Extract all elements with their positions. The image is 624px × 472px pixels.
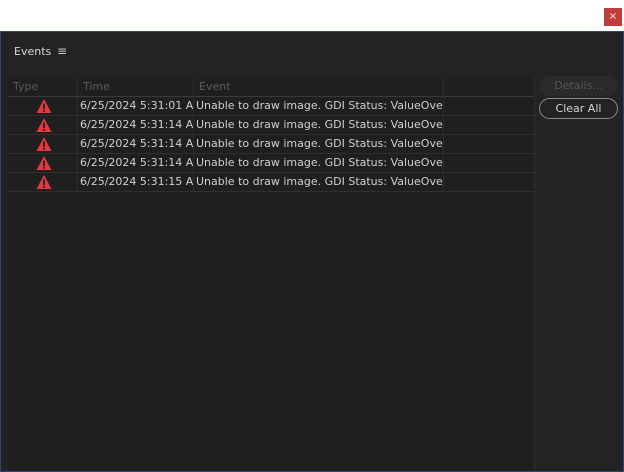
time-cell: 6/25/2024 5:31:14 AM bbox=[78, 116, 194, 134]
warning-icon bbox=[36, 156, 52, 170]
column-header-type[interactable]: Type bbox=[8, 78, 78, 96]
table-row[interactable]: 6/25/2024 5:31:15 AM Unable to draw imag… bbox=[8, 173, 534, 192]
type-cell bbox=[8, 154, 78, 172]
table-row[interactable]: 6/25/2024 5:31:14 AM Unable to draw imag… bbox=[8, 154, 534, 173]
event-cell: Unable to draw image. GDI Status: ValueO… bbox=[194, 135, 444, 153]
hamburger-menu-icon[interactable]: ≡ bbox=[57, 44, 67, 58]
title-bar: × bbox=[0, 0, 624, 31]
close-button[interactable]: × bbox=[604, 8, 622, 26]
panel-header: Events ≡ bbox=[1, 32, 623, 72]
warning-icon bbox=[36, 137, 52, 151]
event-cell: Unable to draw image. GDI Status: ValueO… bbox=[194, 116, 444, 134]
type-cell bbox=[8, 173, 78, 191]
type-cell bbox=[8, 116, 78, 134]
panel-title: Events bbox=[14, 45, 52, 58]
column-header-event[interactable]: Event bbox=[194, 78, 444, 96]
type-cell bbox=[8, 97, 78, 115]
table-body: 6/25/2024 5:31:01 AM Unable to draw imag… bbox=[8, 97, 534, 192]
column-header-time[interactable]: Time bbox=[78, 78, 194, 96]
type-cell bbox=[8, 135, 78, 153]
events-window: Events ≡ Type Time Event 6/25/2024 5:31:… bbox=[0, 31, 624, 472]
event-cell: Unable to draw image. GDI Status: ValueO… bbox=[194, 97, 444, 115]
time-cell: 6/25/2024 5:31:15 AM bbox=[78, 173, 194, 191]
event-cell: Unable to draw image. GDI Status: ValueO… bbox=[194, 154, 444, 172]
time-cell: 6/25/2024 5:31:14 AM bbox=[78, 154, 194, 172]
warning-icon bbox=[36, 175, 52, 189]
time-cell: 6/25/2024 5:31:14 AM bbox=[78, 135, 194, 153]
details-button[interactable]: Details... bbox=[539, 76, 618, 96]
table-row[interactable]: 6/25/2024 5:31:14 AM Unable to draw imag… bbox=[8, 116, 534, 135]
time-cell: 6/25/2024 5:31:01 AM bbox=[78, 97, 194, 115]
warning-icon bbox=[36, 118, 52, 132]
clear-all-button[interactable]: Clear All bbox=[539, 98, 618, 119]
events-table: Type Time Event 6/25/2024 5:31:01 AM Una… bbox=[8, 78, 535, 470]
table-row[interactable]: 6/25/2024 5:31:01 AM Unable to draw imag… bbox=[8, 97, 534, 116]
event-cell: Unable to draw image. GDI Status: ValueO… bbox=[194, 173, 444, 191]
warning-icon bbox=[36, 99, 52, 113]
table-row[interactable]: 6/25/2024 5:31:14 AM Unable to draw imag… bbox=[8, 135, 534, 154]
